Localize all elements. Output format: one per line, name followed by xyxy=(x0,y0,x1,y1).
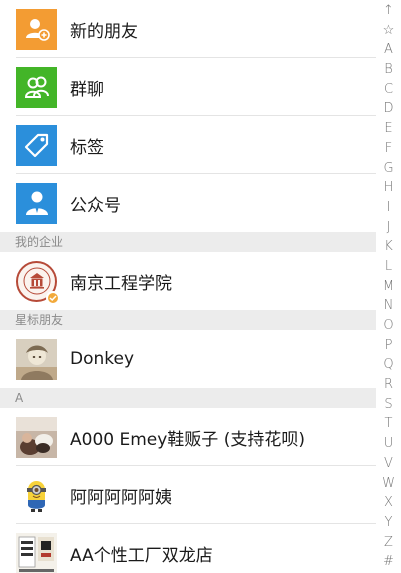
official-accounts-label: 公众号 xyxy=(70,195,121,216)
tags-label: 标签 xyxy=(70,137,104,158)
group-chat-icon xyxy=(16,66,57,108)
index-letter[interactable]: M xyxy=(383,277,394,297)
avatar-photo xyxy=(16,338,57,380)
index-letter[interactable]: I xyxy=(387,198,391,218)
index-letter[interactable]: ↑ xyxy=(383,1,394,21)
index-letter[interactable]: P xyxy=(385,336,393,356)
index-letter[interactable]: J xyxy=(387,218,391,238)
avatar xyxy=(16,532,57,573)
enterprise-row[interactable]: 南京工程学院 xyxy=(0,252,376,310)
index-letter[interactable]: V xyxy=(384,454,393,474)
contact-name: AA个性工厂双龙店 xyxy=(70,545,213,566)
enterprise-avatar xyxy=(16,260,60,305)
contacts-list: 新的朋友 群聊 标签 公众号 我的企业 南京工程学院 星标朋友 Donkey A… xyxy=(0,0,376,573)
index-letter[interactable]: T xyxy=(385,414,393,434)
index-letter[interactable]: # xyxy=(383,552,394,572)
index-letter[interactable]: Z xyxy=(384,533,393,553)
contact-name: 阿阿阿阿阿姨 xyxy=(70,487,172,508)
index-letter[interactable]: Y xyxy=(385,513,393,533)
index-letter[interactable]: X xyxy=(384,493,393,513)
index-letter[interactable]: S xyxy=(384,395,392,415)
contact-row[interactable]: A000 Emey鞋贩子 (支持花呗) xyxy=(0,408,376,466)
official-accounts-row[interactable]: 公众号 xyxy=(0,174,376,232)
avatar xyxy=(16,338,57,380)
shop-logo-icon xyxy=(16,532,57,573)
group-chats-row[interactable]: 群聊 xyxy=(0,58,376,116)
section-header-starred: 星标朋友 xyxy=(0,310,376,330)
contact-name: A000 Emey鞋贩子 (支持花呗) xyxy=(70,429,305,450)
index-letter[interactable]: H xyxy=(384,178,394,198)
enterprise-label: 南京工程学院 xyxy=(70,273,172,294)
index-letter[interactable]: D xyxy=(383,99,393,119)
index-letter[interactable]: E xyxy=(384,119,392,139)
section-header-enterprise: 我的企业 xyxy=(0,232,376,252)
add-friend-icon xyxy=(16,8,57,50)
index-letter[interactable]: A xyxy=(384,40,393,60)
index-letter[interactable]: F xyxy=(385,139,392,159)
new-friends-label: 新的朋友 xyxy=(70,21,138,42)
contact-row[interactable]: AA个性工厂双龙店 xyxy=(0,524,376,573)
avatar-photo xyxy=(16,416,57,458)
verified-badge-icon xyxy=(46,290,60,305)
index-letter[interactable]: U xyxy=(384,434,394,454)
index-letter[interactable]: C xyxy=(384,80,393,100)
index-letter[interactable]: B xyxy=(384,60,393,80)
new-friends-row[interactable]: 新的朋友 xyxy=(0,0,376,58)
tags-row[interactable]: 标签 xyxy=(0,116,376,174)
index-letter[interactable]: O xyxy=(383,316,393,336)
section-header-a: A xyxy=(0,388,376,408)
group-chats-label: 群聊 xyxy=(70,79,104,100)
index-letter[interactable]: ☆ xyxy=(383,21,395,41)
index-letter[interactable]: W xyxy=(382,474,395,494)
index-letter[interactable]: G xyxy=(383,159,393,179)
alphabet-index-bar[interactable]: ↑ ☆ A B C D E F G H I J K L M N O P Q R S T U V W X Y Z # xyxy=(376,0,401,573)
avatar xyxy=(16,474,57,516)
index-letter[interactable]: N xyxy=(384,296,394,316)
official-account-icon xyxy=(16,182,57,224)
index-letter[interactable]: L xyxy=(385,257,392,277)
contact-row[interactable]: 阿阿阿阿阿姨 xyxy=(0,466,376,524)
index-letter[interactable]: R xyxy=(384,375,393,395)
avatar xyxy=(16,416,57,458)
contact-name: Donkey xyxy=(70,349,135,369)
tag-icon xyxy=(16,124,57,166)
index-letter[interactable]: Q xyxy=(383,355,393,375)
minion-avatar-icon xyxy=(16,474,57,516)
contact-row-donkey[interactable]: Donkey xyxy=(0,330,376,388)
index-letter[interactable]: K xyxy=(384,237,393,257)
